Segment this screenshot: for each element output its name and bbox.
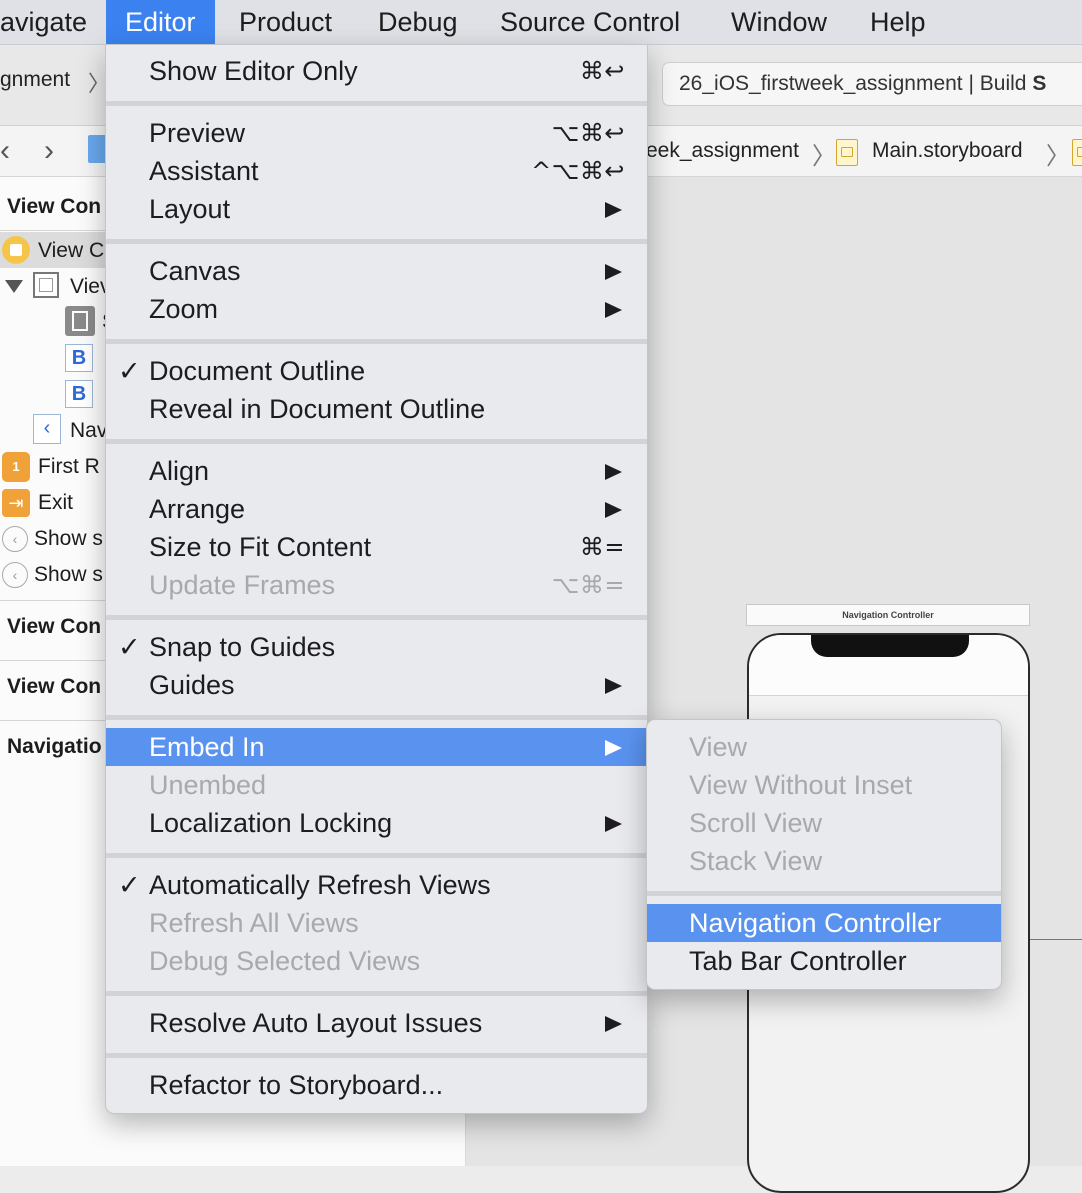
view-icon [33, 272, 59, 298]
forward-arrow-icon[interactable]: › [44, 134, 54, 168]
submenu-arrow-icon [605, 502, 622, 518]
back-arrow-icon[interactable]: ‹ [0, 134, 10, 168]
submenu-arrow-icon [605, 202, 622, 218]
menu-item-embed-in[interactable]: Embed In [106, 728, 647, 766]
menu-product[interactable]: Product [239, 0, 332, 44]
menu-source-control[interactable]: Source Control [500, 0, 680, 44]
checkmark-icon: ✓ [118, 870, 141, 900]
scheme-selector[interactable]: gnment [0, 68, 70, 92]
submenu-item-tab-bar-controller[interactable]: Tab Bar Controller [647, 942, 1001, 980]
menu-item-snap-to-guides[interactable]: ✓ Snap to Guides [106, 628, 647, 666]
submenu-arrow-icon [605, 816, 622, 832]
menu-separator [106, 615, 647, 620]
menu-navigate[interactable]: avigate [0, 0, 87, 44]
submenu-item-view-without-inset: View Without Inset [689, 770, 913, 800]
menu-item-assistant[interactable]: Assistant ^⌥⌘↩ [106, 152, 647, 190]
outline-item-segue[interactable]: Show s [34, 527, 103, 551]
menu-separator [106, 339, 647, 344]
outline-scene-header[interactable]: View Con [7, 675, 101, 699]
menu-separator [647, 891, 1001, 896]
submenu-item-scroll-view: Scroll View [689, 808, 823, 838]
checkmark-icon: ✓ [118, 356, 141, 386]
menu-item-arrange[interactable]: Arrange [106, 490, 647, 528]
first-responder-icon: 1 [2, 452, 30, 482]
button-icon: B [65, 344, 93, 372]
menu-item-reveal-in-document-outline[interactable]: Reveal in Document Outline [106, 390, 647, 428]
activity-status-text: 26_iOS_firstweek_assignment | Build S [679, 72, 1047, 95]
view-controller-icon [2, 236, 30, 264]
menu-separator [106, 101, 647, 106]
menu-item-debug-selected-views: Debug Selected Views [149, 946, 421, 976]
menu-item-update-frames: Update Frames ⌥⌘= [106, 566, 647, 604]
storyboard-file-icon [1072, 139, 1082, 166]
scene-title-bar[interactable]: Navigation Controller [746, 604, 1030, 626]
outline-item-first-responder[interactable]: First R [38, 455, 100, 479]
menu-separator [106, 239, 647, 244]
menu-window[interactable]: Window [731, 0, 827, 44]
menu-item-localization-locking[interactable]: Localization Locking [106, 804, 647, 842]
shortcut-label: ⌥⌘↩ [551, 119, 625, 147]
navigation-item-icon: ‹ [33, 414, 61, 444]
shortcut-label: ⌘= [579, 533, 625, 561]
menu-item-zoom[interactable]: Zoom [106, 290, 647, 328]
menu-separator [106, 715, 647, 720]
menu-separator [106, 1053, 647, 1058]
shortcut-label: ⌥⌘= [551, 571, 625, 599]
chevron-right-icon: 〉 [1046, 143, 1070, 170]
submenu-arrow-icon [605, 464, 622, 480]
menu-help[interactable]: Help [870, 0, 926, 44]
menu-editor[interactable]: Editor [106, 0, 215, 44]
submenu-arrow-icon [605, 302, 622, 318]
menu-item-automatically-refresh-views[interactable]: ✓ Automatically Refresh Views [106, 866, 647, 904]
submenu-arrow-icon [605, 740, 622, 756]
menu-item-show-editor-only[interactable]: Show Editor Only ⌘↩ [106, 52, 647, 90]
outline-item-segue[interactable]: Show s [34, 563, 103, 587]
menu-separator [106, 991, 647, 996]
disclosure-triangle-icon[interactable] [5, 280, 23, 293]
menu-item-unembed: Unembed [149, 770, 267, 800]
storyboard-file-icon [836, 139, 858, 166]
safe-area-icon [65, 306, 95, 336]
submenu-item-navigation-controller[interactable]: Navigation Controller [647, 904, 1001, 942]
menu-separator [106, 853, 647, 858]
segue-icon: ‹ [2, 526, 28, 552]
outline-item-view-controller[interactable]: View C [38, 239, 104, 263]
submenu-arrow-icon [605, 678, 622, 694]
outline-item-navigation-item[interactable]: Nav [70, 419, 107, 443]
menu-item-preview[interactable]: Preview ⌥⌘↩ [106, 114, 647, 152]
submenu-arrow-icon [605, 1016, 622, 1032]
outline-scene-header[interactable]: Navigatio [7, 735, 102, 759]
shortcut-label: ^⌥⌘↩ [531, 157, 625, 185]
outline-scene-header[interactable]: View Con [7, 615, 101, 639]
menu-separator [106, 439, 647, 444]
menu-item-canvas[interactable]: Canvas [106, 252, 647, 290]
submenu-item-stack-view: Stack View [689, 846, 823, 876]
shortcut-label: ⌘↩ [579, 57, 625, 85]
menu-item-layout[interactable]: Layout [106, 190, 647, 228]
menu-bar: avigate Editor Product Debug Source Cont… [0, 0, 1082, 45]
menu-item-refactor-to-storyboard[interactable]: Refactor to Storyboard... [106, 1066, 647, 1104]
menu-item-resolve-auto-layout-issues[interactable]: Resolve Auto Layout Issues [106, 1004, 647, 1042]
breadcrumb-project[interactable]: eek_assignment [646, 139, 799, 163]
menu-item-size-to-fit-content[interactable]: Size to Fit Content ⌘= [106, 528, 647, 566]
menu-debug[interactable]: Debug [378, 0, 458, 44]
chevron-right-icon: 〉 [812, 143, 836, 170]
breadcrumb-storyboard[interactable]: Main.storyboard [872, 139, 1023, 163]
device-notch [811, 635, 969, 657]
editor-menu: Show Editor Only ⌘↩ Preview ⌥⌘↩ Assistan… [105, 44, 648, 1114]
segue-line [1030, 939, 1082, 940]
menu-item-document-outline[interactable]: ✓ Document Outline [106, 352, 647, 390]
exit-icon: ⇥ [2, 489, 30, 517]
checkmark-icon: ✓ [118, 632, 141, 662]
embed-in-submenu: View View Without Inset Scroll View Stac… [646, 719, 1002, 990]
outline-scene-header[interactable]: View Con [7, 195, 101, 219]
menu-item-align[interactable]: Align [106, 452, 647, 490]
submenu-arrow-icon [605, 264, 622, 280]
submenu-item-view: View [689, 732, 748, 762]
menu-item-refresh-all-views: Refresh All Views [149, 908, 359, 938]
menu-item-guides[interactable]: Guides [106, 666, 647, 704]
button-icon: B [65, 380, 93, 408]
outline-item-exit[interactable]: Exit [38, 491, 73, 515]
segue-icon: ‹ [2, 562, 28, 588]
